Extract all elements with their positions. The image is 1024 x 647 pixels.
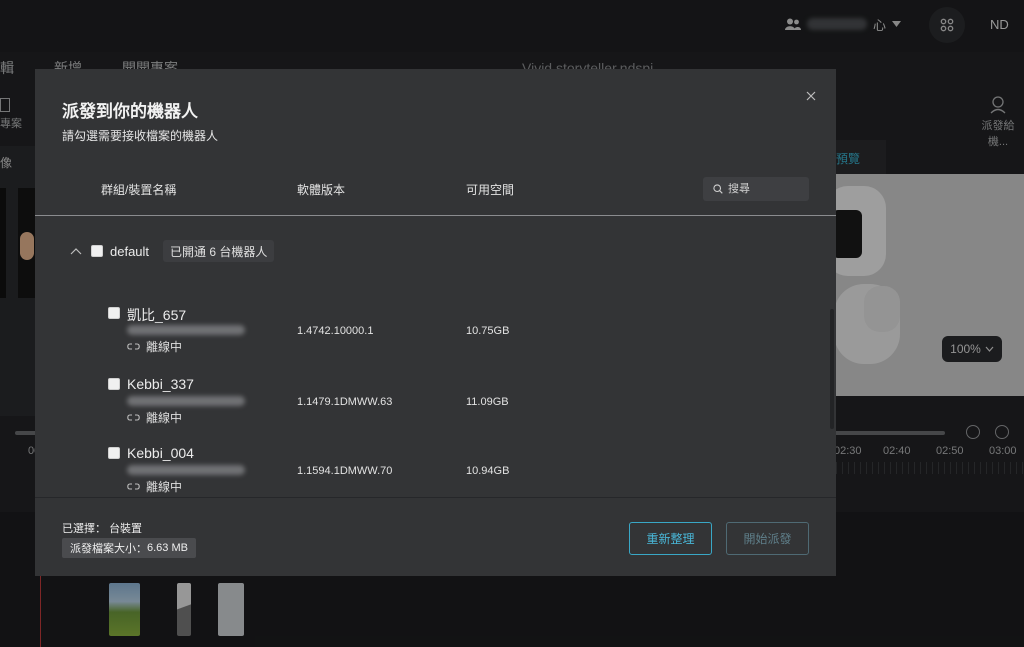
search-input[interactable] [728, 183, 798, 195]
search-icon [713, 184, 723, 194]
chevron-up-icon [70, 247, 82, 254]
device-status-label: 離線中 [146, 340, 183, 354]
device-status: 離線中 [127, 338, 182, 355]
device-version: 1.4742.10000.1 [297, 325, 374, 337]
device-row: 凱比_657 離線中 1.4742.10000.1 10.75GB [107, 304, 807, 356]
device-checkbox[interactable] [108, 378, 120, 390]
selected-label: 已選擇： [62, 523, 106, 535]
device-serial-blurred [127, 325, 245, 335]
list-scrollbar[interactable] [830, 309, 834, 429]
device-version: 1.1479.1DMWW.63 [297, 396, 393, 408]
device-status-label: 離線中 [146, 480, 183, 494]
selected-unit: 台裝置 [109, 523, 143, 535]
device-space: 11.09GB [466, 396, 509, 408]
footer-divider [35, 497, 836, 498]
dialog-title: 派發到你的機器人 [62, 102, 198, 121]
device-list: default 已開通 6 台機器人 凱比_657 離線中 1.4742.100… [35, 216, 836, 497]
device-checkbox[interactable] [108, 447, 120, 459]
device-name: 凱比_657 [127, 307, 187, 323]
column-header-name: 群組/裝置名稱 [101, 183, 177, 197]
refresh-button[interactable]: 重新整理 [629, 522, 712, 555]
group-count-badge: 已開通 6 台機器人 [163, 240, 275, 262]
device-version: 1.1594.1DMWW.70 [297, 465, 393, 477]
close-icon [806, 91, 816, 101]
collapse-toggle[interactable] [69, 244, 83, 258]
file-size-value: 6.63 MB [147, 542, 188, 554]
device-row: Kebbi_004 離線中 1.1594.1DMWW.70 10.94GB [107, 444, 807, 496]
search-box [703, 177, 809, 201]
close-button[interactable] [801, 86, 821, 106]
device-space: 10.75GB [466, 325, 510, 337]
device-space: 10.94GB [466, 465, 510, 477]
device-serial-blurred [127, 396, 245, 406]
device-checkbox[interactable] [108, 307, 120, 319]
device-status: 離線中 [127, 409, 182, 426]
dialog-subtitle: 請勾選需要接收檔案的機器人 [62, 129, 219, 143]
group-name: default [110, 243, 150, 259]
group-row-default: default 已開通 6 台機器人 [69, 240, 275, 262]
device-status: 離線中 [127, 478, 182, 495]
group-checkbox[interactable] [91, 245, 103, 257]
device-name: Kebbi_337 [127, 376, 194, 392]
device-row: Kebbi_337 離線中 1.1479.1DMWW.63 11.09GB [107, 375, 807, 427]
file-size-tag: 派發檔案大小： 6.63 MB [62, 538, 196, 558]
column-header-version: 軟體版本 [297, 183, 346, 197]
device-serial-blurred [127, 465, 245, 475]
link-broken-icon [127, 343, 140, 350]
link-broken-icon [127, 483, 140, 490]
dispatch-dialog: 派發到你的機器人 請勾選需要接收檔案的機器人 群組/裝置名稱 軟體版本 可用空間… [35, 69, 836, 576]
link-broken-icon [127, 414, 140, 421]
column-header-space: 可用空間 [466, 183, 515, 197]
file-size-label: 派發檔案大小： [70, 543, 147, 555]
device-status-label: 離線中 [146, 411, 183, 425]
device-name: Kebbi_004 [127, 445, 194, 461]
start-dispatch-button[interactable]: 開始派發 [726, 522, 809, 555]
selected-count: 已選擇： 台裝置 [62, 520, 142, 536]
